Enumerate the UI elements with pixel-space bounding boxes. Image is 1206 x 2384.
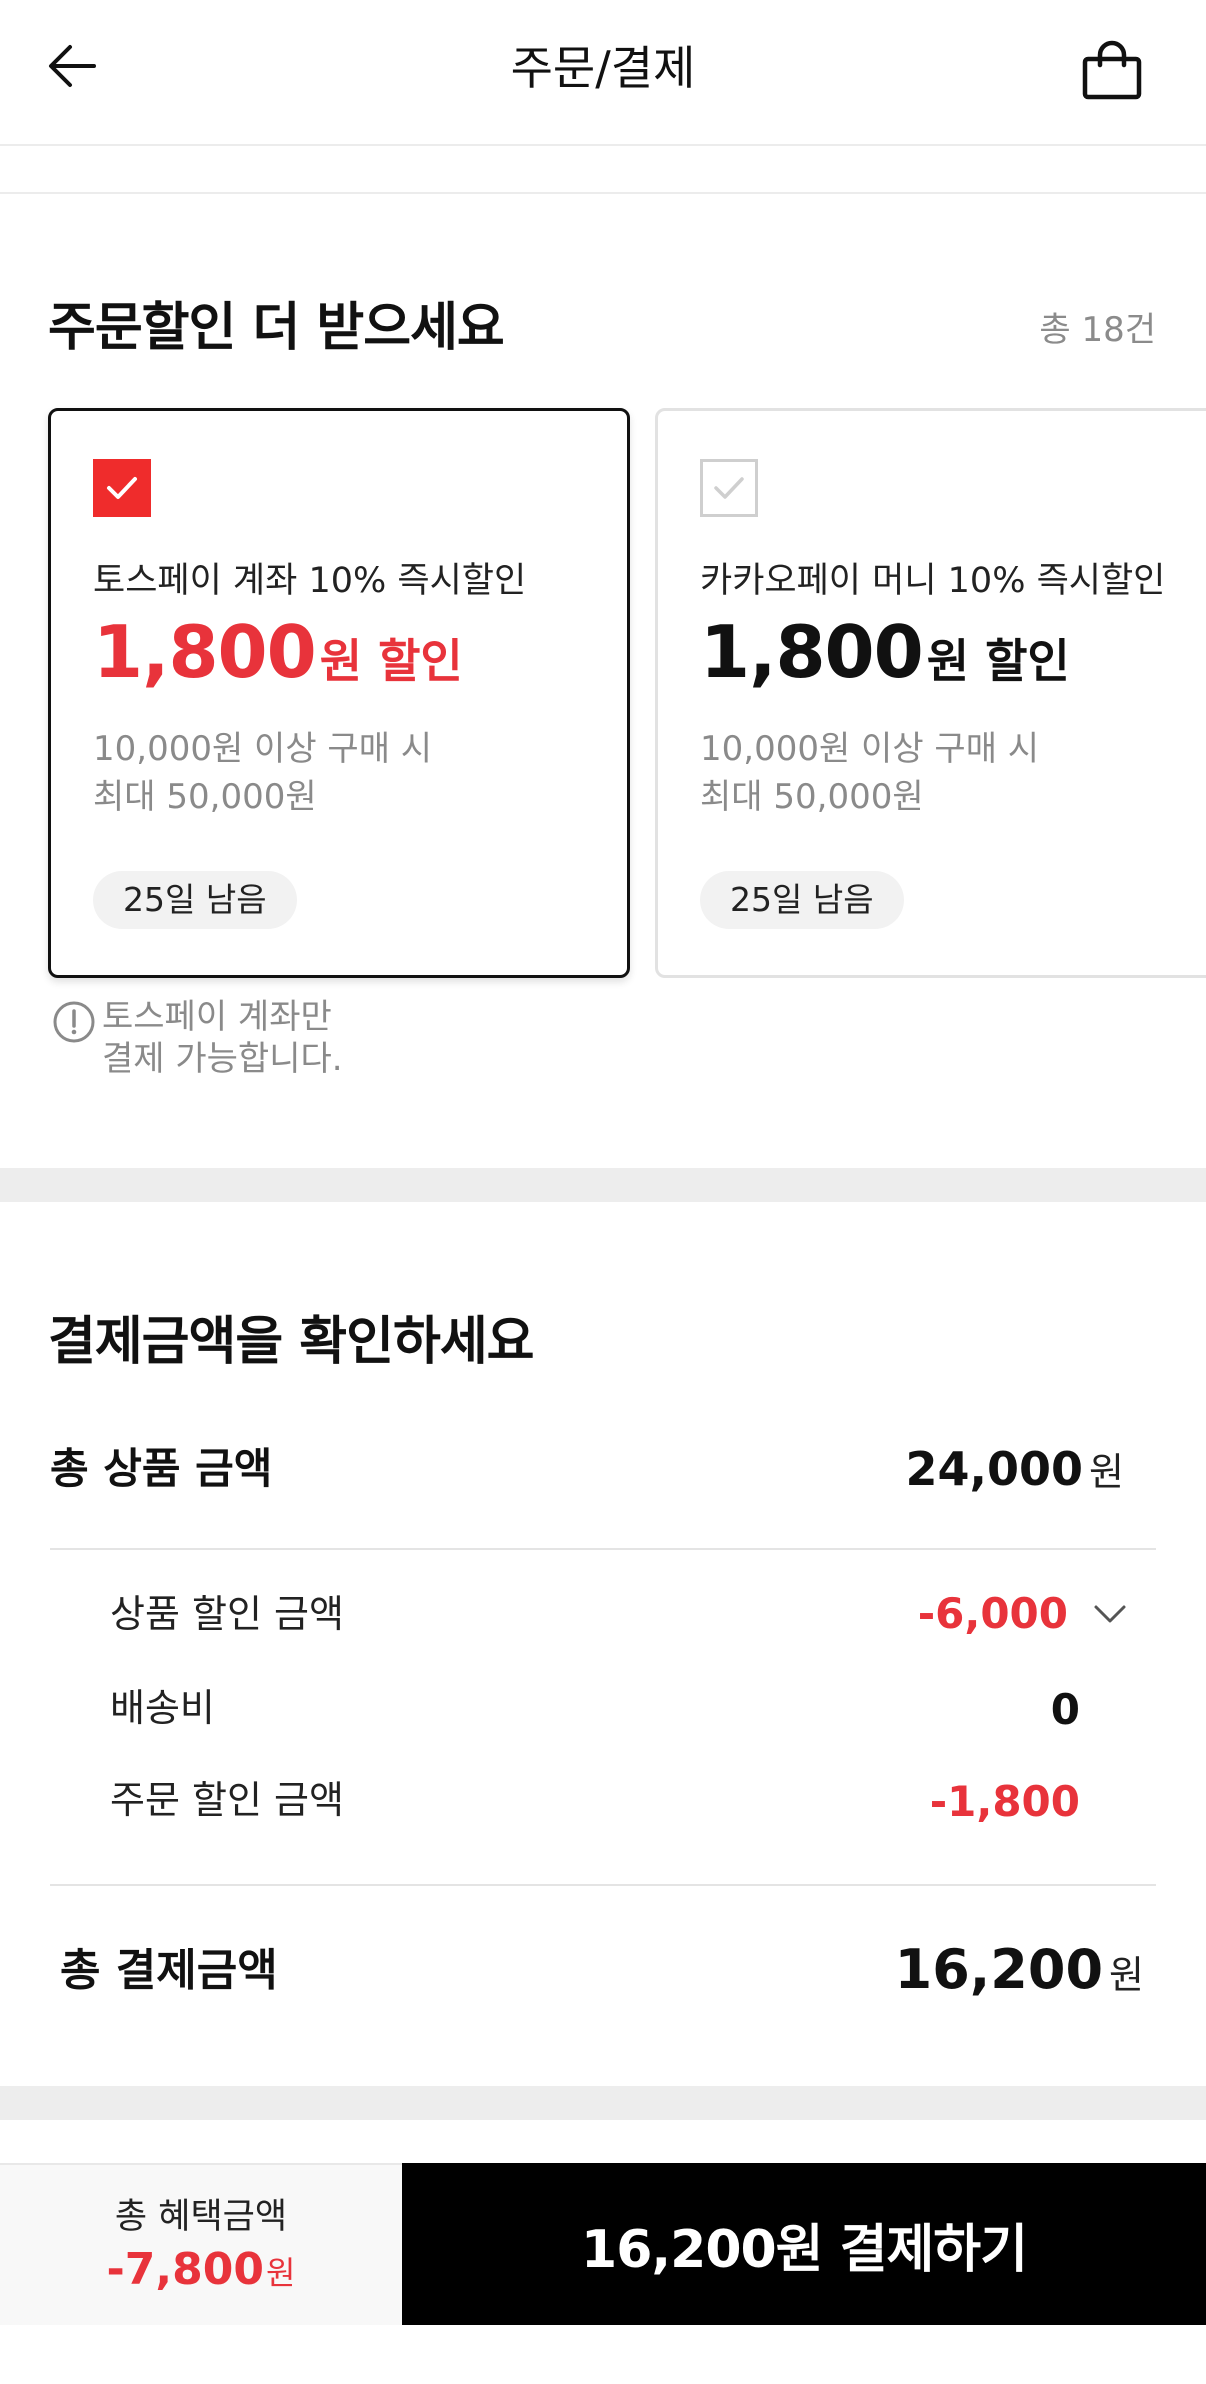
currency-unit: 원 [1109,1953,1144,1997]
discount-amount-value: 1,800 [700,610,924,694]
total-payment-label: 총 결제금액 [60,1945,278,1996]
order-discount-label: 주문 할인 금액 [110,1778,344,1822]
top-app-bar: 주문/결제 [0,0,1206,146]
discount-amount: 1,800원 할인 [700,609,1070,715]
check-icon [107,477,137,499]
section-divider-band [0,1168,1206,1202]
bottom-action-bar: 총 혜택금액 -7,800원 16,200원 결제하기 [0,2163,1206,2325]
payment-section-title: 결제금액을 확인하세요 [48,1312,535,1372]
days-left-badge: 25일 남음 [700,871,904,929]
discount-condition-line: 최대 50,000원 [93,777,317,817]
discount-amount: 1,800원 할인 [93,609,463,715]
total-benefit: 총 혜택금액 -7,800원 [0,2163,402,2325]
notice-text: 토스페이 계좌만 결제 가능합니다. [102,996,343,1080]
discount-condition: 10,000원 이상 구매 시 최대 50,000원 [93,725,432,821]
notice-line: 결제 가능합니다. [102,1039,343,1079]
total-benefit-unit: 원 [265,2254,296,2292]
order-discount-value: -1,800 [929,1777,1080,1826]
shipping-label: 배송비 [110,1686,215,1730]
cart-button[interactable] [1072,30,1152,110]
total-payment-value: 16,200 [894,1938,1104,2001]
product-discount-toggle[interactable]: -6,000 [918,1588,1130,1640]
total-payment-amount: 16,200 원 [895,1942,1144,2003]
discount-name: 토스페이 계좌 10% 즉시할인 [93,561,527,601]
days-left-badge: 25일 남음 [93,871,297,929]
total-product-label: 총 상품 금액 [50,1444,273,1493]
discount-card-toss[interactable]: 토스페이 계좌 10% 즉시할인 1,800원 할인 10,000원 이상 구매… [48,408,630,978]
info-icon [53,1001,95,1043]
discount-checkbox-toss[interactable] [93,459,151,517]
chevron-down-icon [1094,1605,1126,1623]
total-benefit-amount: -7,800원 [0,2243,402,2300]
shopping-bag-icon [1082,40,1142,100]
discount-amount-unit: 원 할인 [926,634,1070,688]
discount-name: 카카오페이 머니 10% 즉시할인 [700,561,1166,601]
currency-unit: 원 [1089,1450,1124,1494]
discount-amount-value: 1,800 [93,610,317,694]
discount-condition-line: 10,000원 이상 구매 시 [700,729,1040,769]
discount-section-title: 주문할인 더 받으세요 [48,298,505,358]
shipping-value: 0 [1050,1685,1080,1734]
check-icon [714,477,744,499]
total-benefit-value: -7,800 [106,2244,264,2295]
total-product-amount: 24,000 원 [906,1441,1124,1500]
page-title: 주문/결제 [510,41,696,95]
discount-condition-line: 10,000원 이상 구매 시 [93,729,433,769]
section-divider-band [0,2086,1206,2120]
discount-checkbox-kakao[interactable] [700,459,758,517]
section-separator [0,148,1206,194]
discount-count: 총 18건 [1039,310,1156,350]
divider [50,1548,1156,1550]
discount-condition-line: 최대 50,000원 [700,777,924,817]
product-discount-label: 상품 할인 금액 [110,1592,344,1636]
total-product-value: 24,000 [905,1442,1084,1496]
product-discount-value: -6,000 [917,1589,1068,1638]
total-benefit-label: 총 혜택금액 [114,2197,288,2237]
pay-button[interactable]: 16,200원 결제하기 [402,2163,1206,2325]
discount-card-kakao[interactable]: 카카오페이 머니 10% 즉시할인 1,800원 할인 10,000원 이상 구… [655,408,1206,978]
discount-amount-unit: 원 할인 [319,634,463,688]
divider [50,1884,1156,1886]
discount-condition: 10,000원 이상 구매 시 최대 50,000원 [700,725,1039,821]
notice-line: 토스페이 계좌만 [102,997,332,1037]
